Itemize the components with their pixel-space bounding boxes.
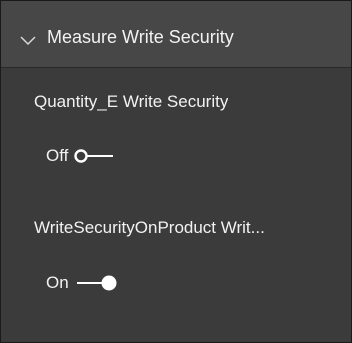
toggle-state-label: On [46, 273, 69, 292]
quantity-e-write-security-toggle[interactable]: Off [46, 144, 127, 168]
measure-write-security-panel: Measure Write Security Quantity_E Write … [0, 0, 352, 343]
write-security-on-product-label: WriteSecurityOnProduct Writ... [34, 218, 265, 237]
quantity-e-write-security-label: Quantity_E Write Security [34, 92, 229, 111]
toggle-state-label: Off [46, 146, 69, 165]
toggle-on-switch[interactable] [77, 275, 131, 291]
chevron-down-icon [20, 33, 36, 46]
section-header[interactable]: Measure Write Security [1, 1, 351, 68]
toggle-off-switch[interactable] [73, 148, 127, 164]
section-title: Measure Write Security [47, 27, 234, 47]
write-security-on-product-toggle[interactable]: On [46, 271, 131, 295]
